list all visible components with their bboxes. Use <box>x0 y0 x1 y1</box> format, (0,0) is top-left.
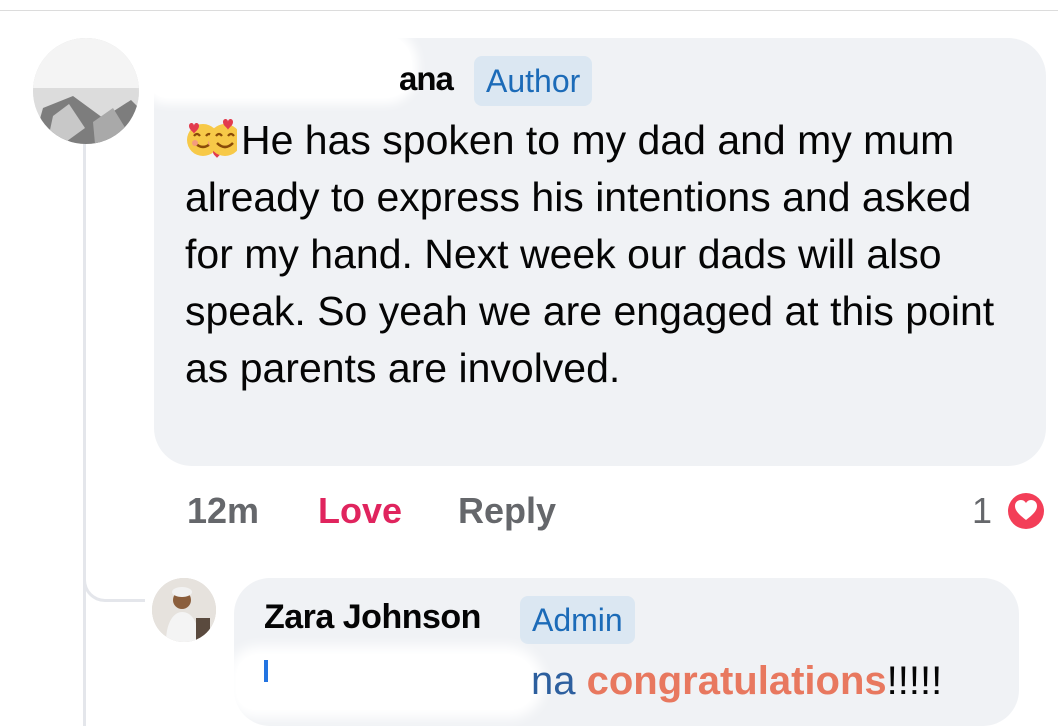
love-reaction-button[interactable]: Love <box>318 486 402 536</box>
reply-button[interactable]: Reply <box>458 486 556 536</box>
comment-author-name[interactable]: ana <box>399 55 454 103</box>
avatar-photo-icon <box>33 38 139 144</box>
mention-edge <box>264 660 268 682</box>
admin-avatar[interactable] <box>152 578 216 642</box>
reply-suffix: !!!!! <box>886 659 943 703</box>
comment-body: He has spoken to my dad and my mum alrea… <box>185 117 995 391</box>
reply-connector-line <box>83 540 145 602</box>
admin-badge: Admin <box>520 596 635 644</box>
top-divider <box>0 0 1058 11</box>
commenter-avatar[interactable] <box>33 38 139 144</box>
comment-text: He has spoken to my dad and my mum alrea… <box>185 112 1025 397</box>
comment-timestamp[interactable]: 12m <box>187 486 259 536</box>
reply-author-name[interactable]: Zara Johnson <box>264 593 481 641</box>
love-reaction-icon[interactable] <box>1004 489 1048 533</box>
redacted-mention-mark <box>236 654 536 710</box>
thread-line <box>83 142 86 726</box>
reply-text: na congratulations!!!!! <box>531 655 942 707</box>
highlighted-word: congratulations <box>586 659 887 703</box>
reaction-count[interactable]: 1 <box>972 486 992 536</box>
redacted-name-mark <box>150 34 412 98</box>
admin-photo-icon <box>152 578 216 642</box>
smiling-face-with-hearts-icon <box>187 119 237 158</box>
author-badge: Author <box>474 56 593 106</box>
mention-link[interactable]: na <box>531 659 576 703</box>
